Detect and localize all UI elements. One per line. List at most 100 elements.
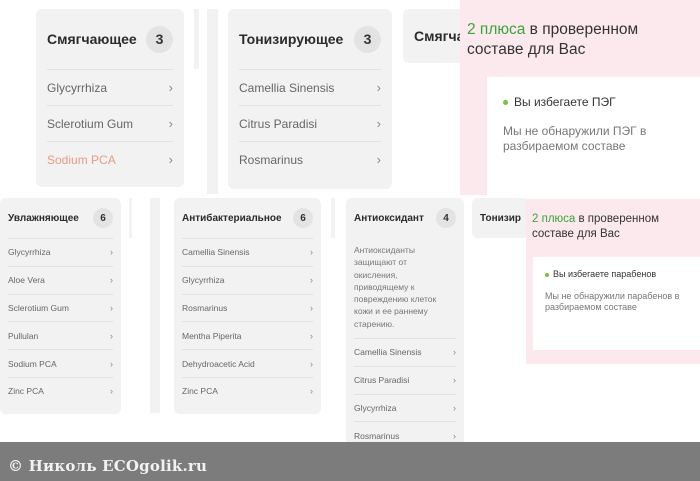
chevron-right-icon: ›	[110, 358, 113, 369]
card-title: Увлажняющее	[8, 212, 79, 224]
benefits-panel: 2 плюса в проверенном составе для Вас Вы…	[526, 199, 700, 364]
card-header[interactable]: Тонизирующее 3	[228, 9, 392, 69]
ingredient-label: Sodium PCA	[8, 358, 57, 369]
benefit-title-row: Вы избегаете парабенов	[545, 269, 656, 279]
card-title: Тонизирующее	[239, 31, 344, 47]
chevron-right-icon: ›	[110, 302, 113, 313]
chevron-right-icon: ›	[168, 80, 173, 95]
ingredient-item[interactable]: Sclerotium Gum ›	[47, 105, 173, 141]
benefit-card: Вы избегаете парабенов Мы не обнаружили …	[533, 257, 700, 350]
chevron-right-icon: ›	[310, 247, 313, 258]
scroll-divider	[150, 198, 160, 413]
chevron-right-icon: ›	[110, 330, 113, 341]
ingredient-label: Glycyrrhiza	[354, 403, 397, 414]
benefits-heading: 2 плюса в проверенном составе для Вас	[467, 20, 695, 60]
ingredient-item[interactable]: Camellia Sinensis ›	[182, 238, 313, 266]
ingredient-label: Zinc PCA	[8, 386, 44, 397]
ingredient-item[interactable]: Dehydroacetic Acid ›	[182, 349, 313, 377]
ingredient-item[interactable]: Sodium PCA ›	[8, 349, 113, 377]
ingredient-item[interactable]: Mentha Piperita ›	[182, 321, 313, 349]
benefits-heading: 2 плюса в проверенном составе для Вас	[532, 212, 700, 242]
benefit-title: Вы избегаете ПЭГ	[514, 95, 616, 109]
ingredient-label: Glycyrrhiza	[182, 275, 225, 286]
chevron-right-icon: ›	[110, 247, 113, 258]
ingredient-item[interactable]: Glycyrrhiza ›	[182, 265, 313, 294]
card-header[interactable]: Антибактериальное 6	[174, 198, 321, 238]
ingredient-item[interactable]: Sclerotium Gum ›	[8, 293, 113, 322]
ingredient-label: Camellia Sinensis	[354, 347, 422, 358]
ingredient-label: Pullulan	[8, 330, 39, 341]
card-toning-partial[interactable]: Тонизир	[472, 198, 530, 238]
benefits-count: 2 плюса	[532, 213, 576, 225]
chevron-right-icon: ›	[110, 386, 113, 397]
ingredient-label: Glycyrrhiza	[47, 80, 108, 95]
card-antioxidant: Антиоксидант 4 Антиоксиданты защищают от…	[346, 198, 464, 456]
scroll-divider	[129, 198, 132, 238]
ingredient-item[interactable]: Zinc PCA ›	[182, 376, 313, 405]
ingredient-item[interactable]: Rosmarinus ›	[182, 293, 313, 322]
ingredient-item[interactable]: Pullulan ›	[8, 321, 113, 349]
benefits-panel: 2 плюса в проверенном составе для Вас Вы…	[460, 0, 700, 195]
ingredient-label: Sodium PCA	[47, 152, 116, 167]
ingredient-label: Sclerotium Gum	[47, 116, 134, 131]
ingredient-item[interactable]: Aloe Vera ›	[8, 265, 113, 294]
ingredient-item-highlighted[interactable]: Sodium PCA ›	[47, 141, 173, 177]
ingredient-item[interactable]: Citrus Paradisi ›	[239, 105, 381, 141]
green-dot-icon	[545, 272, 549, 277]
count-badge: 6	[293, 208, 313, 228]
ingredient-item[interactable]: Citrus Paradisi ›	[354, 365, 456, 394]
card-softening: Смягчающее 3 Glycyrrhiza › Sclerotium Gu…	[36, 9, 184, 187]
scroll-divider	[207, 9, 218, 194]
chevron-right-icon: ›	[453, 403, 456, 414]
chevron-right-icon: ›	[376, 152, 381, 167]
count-badge: 3	[146, 25, 173, 53]
ingredient-label: Glycyrrhiza	[8, 247, 51, 258]
ingredient-label: Camellia Sinensis	[239, 80, 335, 95]
chevron-right-icon: ›	[453, 347, 456, 358]
benefit-description: Мы не обнаружили парабенов в разбираемом…	[545, 291, 680, 312]
chevron-right-icon: ›	[110, 275, 113, 286]
card-title: Антиоксидант	[354, 212, 424, 224]
card-header[interactable]: Антиоксидант 4	[346, 198, 464, 238]
ingredient-label: Rosmarinus	[354, 430, 400, 441]
ingredient-item[interactable]: Glycyrrhiza ›	[47, 69, 173, 105]
chevron-right-icon: ›	[376, 116, 381, 131]
ingredient-item[interactable]: Zinc PCA ›	[8, 376, 113, 405]
chevron-right-icon: ›	[168, 116, 173, 131]
ingredient-item[interactable]: Camellia Sinensis ›	[354, 338, 456, 366]
card-header[interactable]: Увлажняющее 6	[0, 198, 121, 238]
card-toning: Тонизирующее 3 Camellia Sinensis › Citru…	[228, 9, 392, 189]
benefits-count: 2 плюса	[467, 21, 526, 38]
ingredient-label: Dehydroacetic Acid	[182, 358, 255, 369]
ingredient-label: Zinc PCA	[182, 386, 218, 397]
benefit-card: Вы избегаете ПЭГ Мы не обнаружили ПЭГ в …	[487, 77, 700, 195]
ingredient-label: Rosmarinus	[182, 302, 228, 313]
benefit-description: Мы не обнаружили ПЭГ в разбираемом соста…	[503, 124, 647, 153]
ingredient-item[interactable]: Glycyrrhiza ›	[8, 238, 113, 266]
card-header[interactable]: Смягчающее 3	[36, 9, 184, 69]
ingredient-item[interactable]: Glycyrrhiza ›	[354, 393, 456, 422]
chevron-right-icon: ›	[310, 386, 313, 397]
ingredient-item[interactable]: Camellia Sinensis ›	[239, 69, 381, 105]
card-description: Антиоксиданты защищают от окисления, при…	[354, 245, 437, 329]
ingredient-label: Citrus Paradisi	[239, 116, 318, 131]
card-header: Тонизир	[472, 198, 530, 238]
ingredient-label: Camellia Sinensis	[182, 247, 250, 258]
chevron-right-icon: ›	[310, 330, 313, 341]
scroll-divider	[331, 198, 335, 238]
ingredient-item[interactable]: Rosmarinus ›	[239, 141, 381, 177]
chevron-right-icon: ›	[310, 358, 313, 369]
ingredient-label: Aloe Vera	[8, 275, 45, 286]
chevron-right-icon: ›	[453, 430, 456, 441]
chevron-right-icon: ›	[310, 302, 313, 313]
card-title: Смягча	[414, 28, 465, 44]
ingredient-label: Mentha Piperita	[182, 330, 242, 341]
ingredient-label: Citrus Paradisi	[354, 375, 410, 386]
count-badge: 3	[354, 25, 381, 53]
scroll-divider	[194, 9, 199, 69]
card-title: Смягчающее	[47, 31, 137, 47]
count-badge: 4	[436, 208, 456, 228]
benefit-title-row: Вы избегаете ПЭГ	[503, 95, 616, 109]
green-dot-icon	[503, 100, 508, 106]
card-moisturizing: Увлажняющее 6 Glycyrrhiza › Aloe Vera › Sc…	[0, 198, 121, 414]
